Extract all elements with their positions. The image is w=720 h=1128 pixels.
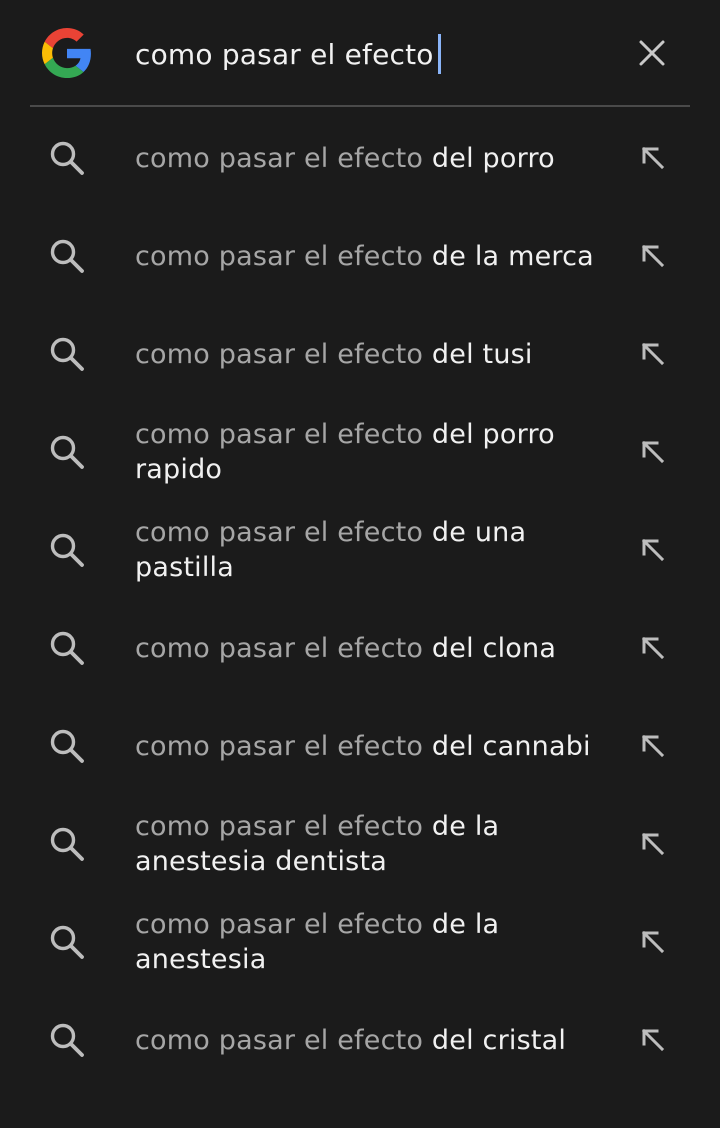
suggestion-label: como pasar el efecto de una pastilla — [135, 501, 605, 599]
arrow-up-left-icon — [641, 636, 665, 660]
suggestion-label: como pasar el efecto del porro rapido — [135, 403, 605, 501]
fill-query-button[interactable] — [633, 922, 673, 962]
search-icon — [50, 925, 84, 959]
suggestion-label: como pasar el efecto del porro — [135, 109, 605, 207]
fill-query-button[interactable] — [633, 530, 673, 570]
suggestion-label: como pasar el efecto del cannabi — [135, 697, 605, 795]
suggestion-row[interactable]: como pasar el efecto de la anestesia den… — [0, 795, 720, 893]
suggestion-prefix: como pasar el efecto — [135, 338, 424, 370]
suggestion-prefix: como pasar el efecto — [135, 517, 424, 548]
suggestion-prefix: como pasar el efecto — [135, 909, 424, 940]
suggestion-suffix: del porro — [431, 142, 555, 174]
suggestion-label: como pasar el efecto del cristal — [135, 991, 605, 1089]
suggestion-list: como pasar el efecto del porro como pasa… — [0, 109, 720, 1089]
search-bar: como pasar el efecto — [0, 0, 720, 105]
search-icon — [50, 141, 84, 175]
suggestion-label: como pasar el efecto del tusi — [135, 305, 605, 403]
suggestion-prefix: como pasar el efecto — [135, 811, 424, 842]
suggestion-row[interactable]: como pasar el efecto de la merca — [0, 207, 720, 305]
clear-search-button[interactable] — [632, 33, 672, 73]
suggestion-row[interactable]: como pasar el efecto del clona — [0, 599, 720, 697]
fill-query-button[interactable] — [633, 1020, 673, 1060]
search-query-text: como pasar el efecto — [135, 37, 434, 71]
suggestion-prefix: como pasar el efecto — [135, 419, 424, 450]
search-icon — [50, 435, 84, 469]
suggestion-suffix: de la merca — [431, 240, 594, 272]
suggestion-prefix: como pasar el efecto — [135, 142, 424, 174]
suggestion-label: como pasar el efecto de la merca — [135, 207, 605, 305]
arrow-up-left-icon — [641, 440, 665, 464]
fill-query-button[interactable] — [633, 628, 673, 668]
suggestion-row[interactable]: como pasar el efecto del cannabi — [0, 697, 720, 795]
search-icon — [50, 337, 84, 371]
suggestion-row[interactable]: como pasar el efecto del porro — [0, 109, 720, 207]
fill-query-button[interactable] — [633, 726, 673, 766]
search-icon — [50, 533, 84, 567]
arrow-up-left-icon — [641, 734, 665, 758]
arrow-up-left-icon — [641, 342, 665, 366]
suggestion-suffix: del cannabi — [431, 730, 591, 762]
suggestion-label: como pasar el efecto del clona — [135, 599, 605, 697]
suggestion-row[interactable]: como pasar el efecto de una pastilla — [0, 501, 720, 599]
arrow-up-left-icon — [641, 538, 665, 562]
search-icon — [50, 239, 84, 273]
suggestion-label: como pasar el efecto de la anestesia — [135, 893, 605, 991]
suggestion-prefix: como pasar el efecto — [135, 632, 424, 664]
fill-query-button[interactable] — [633, 432, 673, 472]
fill-query-button[interactable] — [633, 824, 673, 864]
search-input[interactable]: como pasar el efecto — [135, 34, 441, 74]
arrow-up-left-icon — [641, 832, 665, 856]
suggestion-suffix: del clona — [431, 632, 557, 664]
arrow-up-left-icon — [641, 146, 665, 170]
fill-query-button[interactable] — [633, 236, 673, 276]
suggestion-prefix: como pasar el efecto — [135, 1024, 424, 1056]
suggestion-label: como pasar el efecto de la anestesia den… — [135, 795, 605, 893]
search-icon — [50, 729, 84, 763]
suggestion-row[interactable]: como pasar el efecto del tusi — [0, 305, 720, 403]
arrow-up-left-icon — [641, 244, 665, 268]
text-caret — [437, 34, 441, 74]
search-icon — [50, 1023, 84, 1057]
suggestion-row[interactable]: como pasar el efecto del porro rapido — [0, 403, 720, 501]
suggestion-prefix: como pasar el efecto — [135, 240, 424, 272]
arrow-up-left-icon — [641, 1028, 665, 1052]
fill-query-button[interactable] — [633, 334, 673, 374]
google-logo — [42, 28, 91, 78]
fill-query-button[interactable] — [633, 138, 673, 178]
suggestion-suffix: del tusi — [431, 338, 533, 370]
suggestion-row[interactable]: como pasar el efecto del cristal — [0, 991, 720, 1089]
close-icon — [639, 40, 665, 66]
arrow-up-left-icon — [641, 930, 665, 954]
search-divider — [30, 105, 690, 107]
suggestion-row[interactable]: como pasar el efecto de la anestesia — [0, 893, 720, 991]
search-icon — [50, 631, 84, 665]
search-icon — [50, 827, 84, 861]
suggestion-prefix: como pasar el efecto — [135, 730, 424, 762]
suggestion-suffix: del cristal — [431, 1024, 567, 1056]
